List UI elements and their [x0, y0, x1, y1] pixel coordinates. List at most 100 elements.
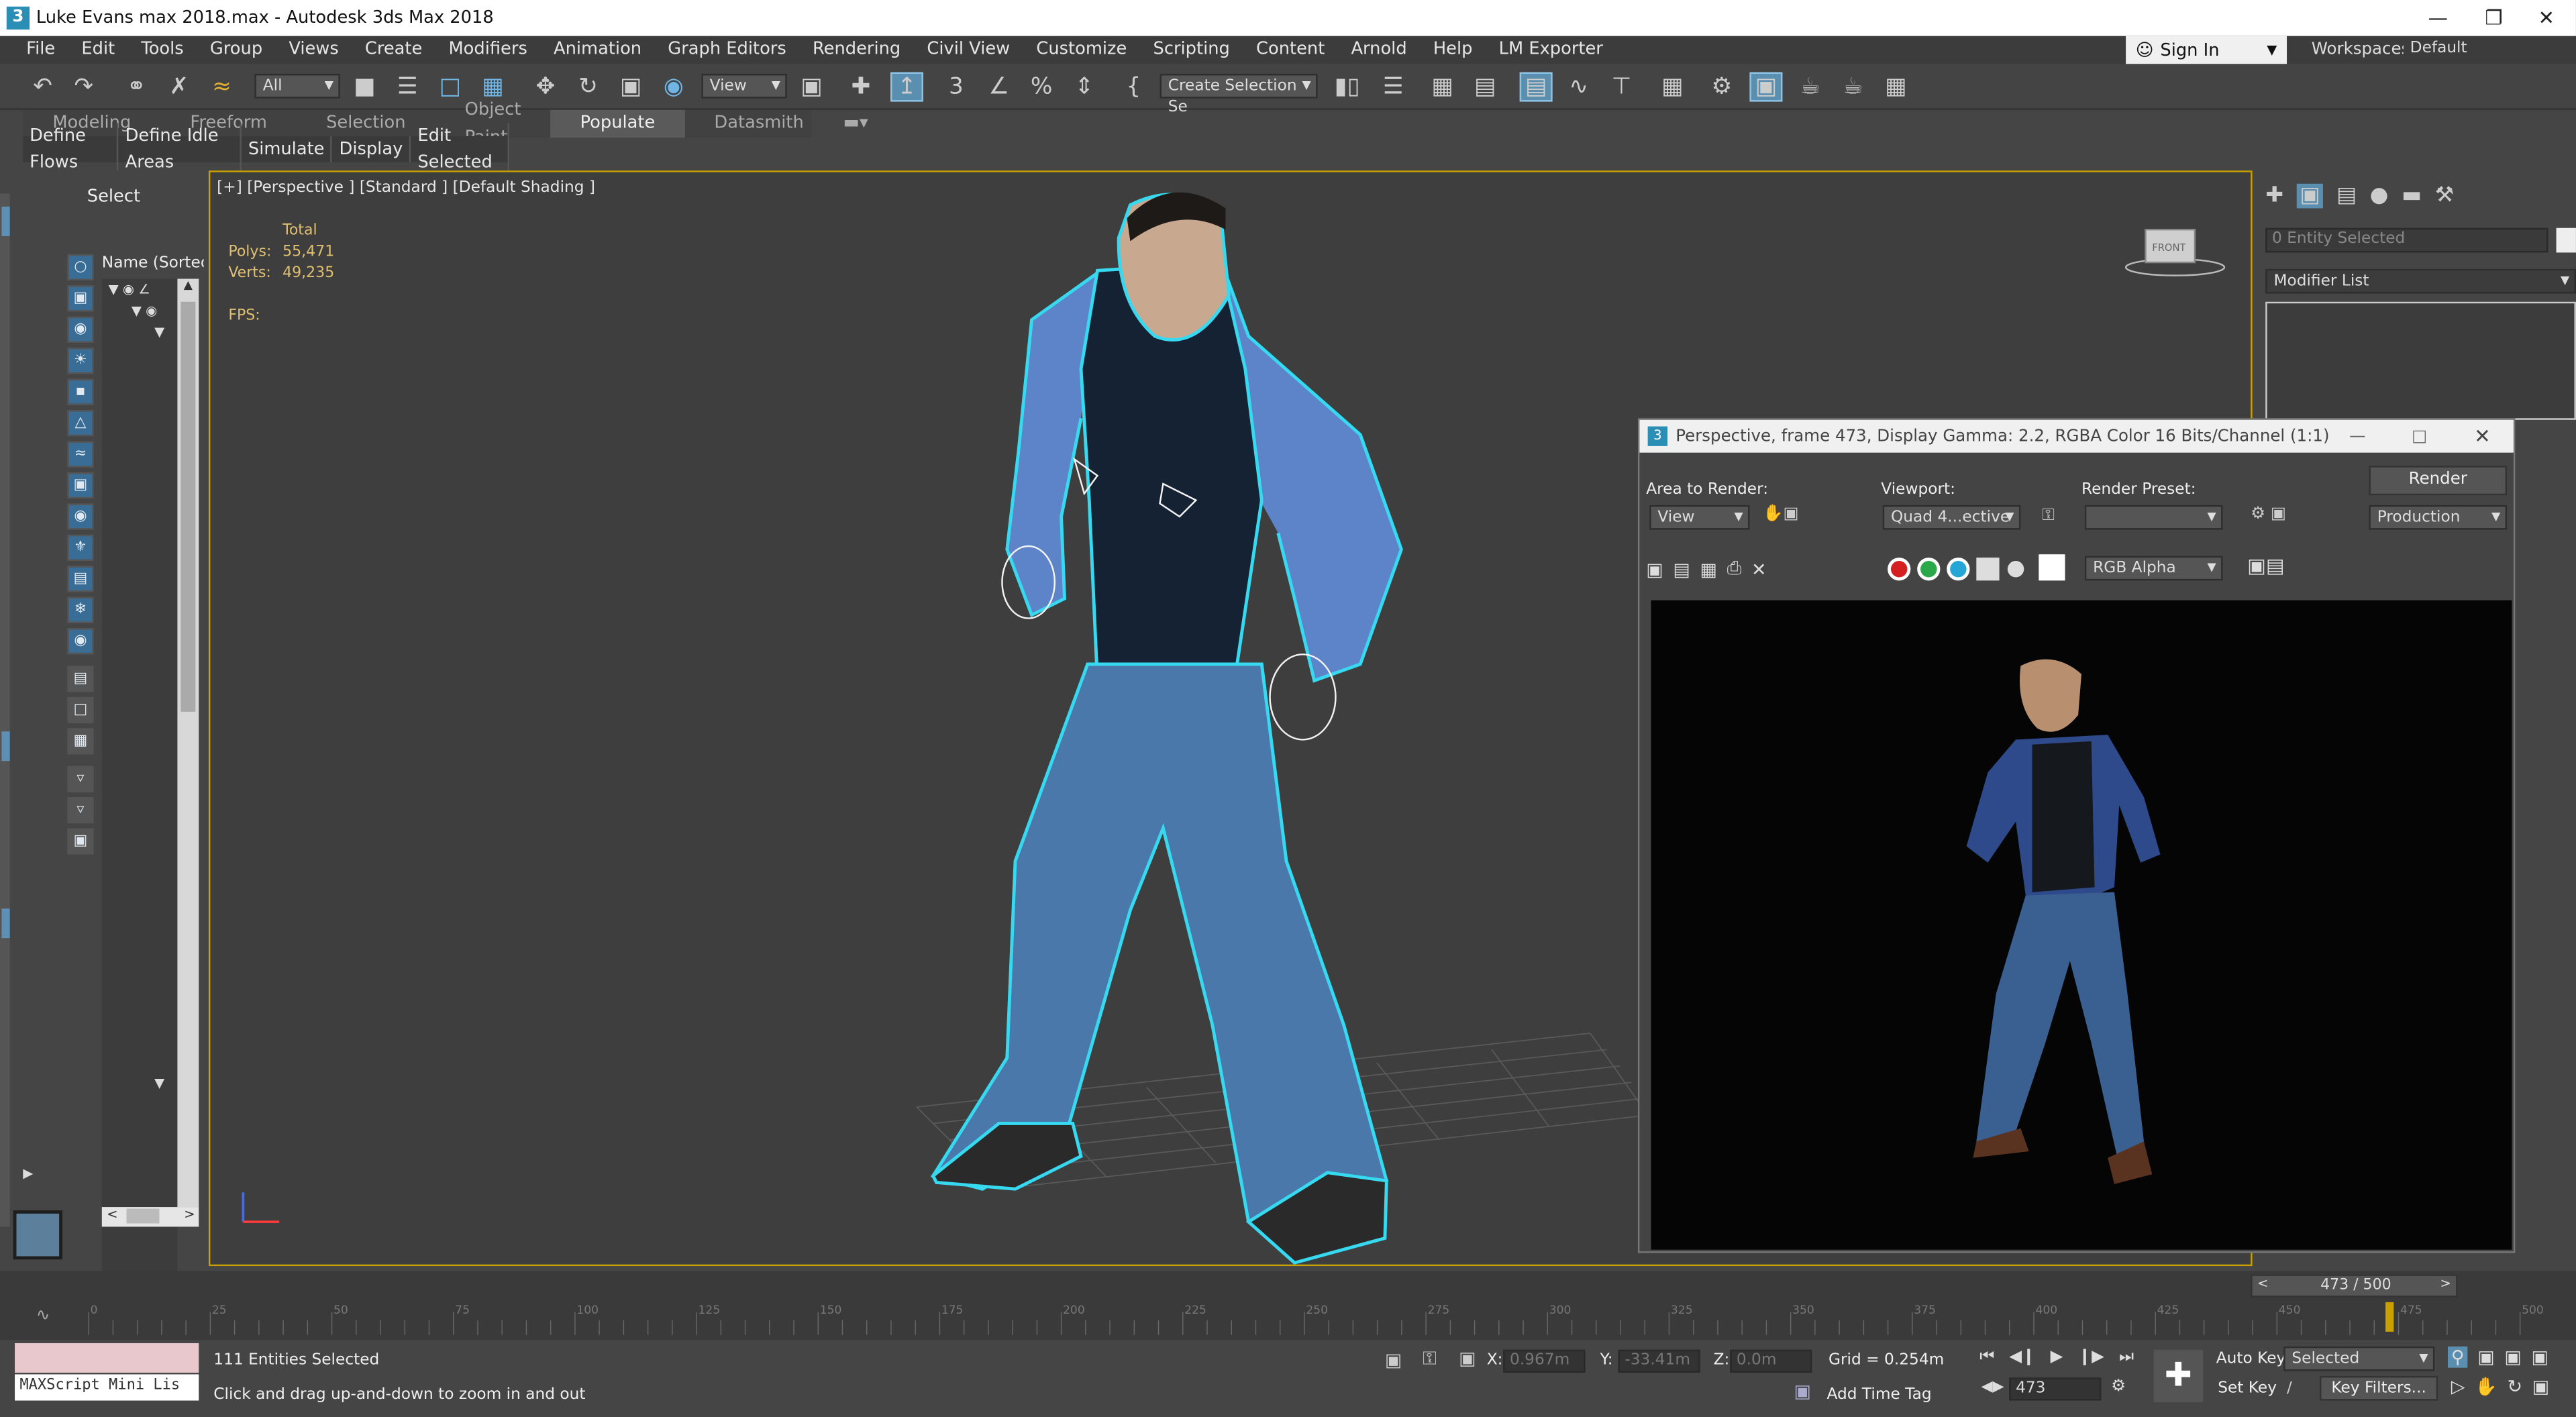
scroll-thumb[interactable] [181, 301, 196, 712]
display-helpers-icon[interactable]: △ [67, 410, 94, 437]
display-channel-dropdown[interactable]: RGB Alpha ▼ [2084, 556, 2223, 581]
maximize-icon[interactable]: □ [2412, 427, 2427, 445]
angle-snap-icon[interactable]: ∠ [982, 72, 1015, 102]
area-to-render-dropdown[interactable]: View ▼ [1649, 505, 1750, 530]
zoom-icon[interactable]: ⚲ [2447, 1346, 2468, 1368]
select-label[interactable]: Select [87, 187, 140, 207]
previous-frame-icon[interactable]: ◀❙ [2009, 1348, 2035, 1366]
expand-panel-icon[interactable]: ▶ [23, 1166, 33, 1181]
key-mode-toggle-icon[interactable]: ◀▶ [1981, 1379, 2004, 1396]
align-icon[interactable]: ☰ [1377, 72, 1410, 102]
zoom-extents-icon[interactable]: ▣ [2504, 1347, 2521, 1368]
edit-region-icon[interactable]: ✋▣ [1763, 505, 1799, 523]
set-keys-icon[interactable]: ✚ [2153, 1349, 2204, 1402]
render-window-icon[interactable]: ▦ [1879, 72, 1912, 102]
add-time-tag-button[interactable]: Add Time Tag [1827, 1386, 1932, 1404]
select-rotate-icon[interactable]: ↻ [572, 72, 605, 102]
redo-icon[interactable]: ↷ [67, 72, 100, 102]
simulate-button[interactable]: Simulate [242, 136, 333, 162]
viewport-dropdown[interactable]: Quad 4...ective ▼ [1882, 505, 2021, 530]
tab-datasmith[interactable]: Datasmith [684, 110, 833, 138]
tree-expand-icon[interactable]: ▼ ◉ [132, 303, 157, 318]
isolate-selection-icon[interactable]: ▣ [1385, 1350, 1402, 1371]
scroll-right-icon[interactable]: > [184, 1207, 195, 1222]
menu-tools[interactable]: Tools [128, 36, 197, 64]
menu-lm-exporter[interactable]: LM Exporter [1486, 36, 1616, 64]
render-setup-icon[interactable]: ⚙ [1705, 72, 1738, 102]
modifier-stack[interactable] [2265, 301, 2576, 420]
menu-content[interactable]: Content [1243, 36, 1337, 64]
menu-graph-editors[interactable]: Graph Editors [655, 36, 800, 64]
toggle-ui-icon[interactable]: ▣▤ [2247, 554, 2285, 577]
y-coordinate-field[interactable]: -33.41m [1618, 1349, 1700, 1373]
render-frame-titlebar[interactable]: 3 Perspective, frame 473, Display Gamma:… [1639, 419, 2514, 453]
maximize-viewport-icon[interactable]: ▣ [2532, 1376, 2549, 1398]
render-iterative-icon[interactable]: ☕ [1837, 72, 1869, 102]
scroll-left-icon[interactable]: < [107, 1207, 117, 1222]
render-production-icon[interactable]: ☕ [1794, 72, 1827, 102]
x-coordinate-field[interactable]: 0.967m [1503, 1349, 1586, 1373]
mini-curve-editor-icon[interactable]: ∿ [36, 1307, 50, 1325]
time-slider-next-icon[interactable]: > [2440, 1276, 2451, 1291]
absolute-mode-icon[interactable]: ▣ [1459, 1348, 1476, 1369]
select-scale-icon[interactable]: ▣ [615, 72, 648, 102]
menu-scripting[interactable]: Scripting [1140, 36, 1243, 64]
auto-key-button[interactable]: Auto Key [2216, 1350, 2286, 1368]
z-coordinate-field[interactable]: 0.0m [1730, 1349, 1812, 1373]
display-frozen-icon[interactable]: ❄ [67, 596, 94, 623]
named-selection-set-dropdown[interactable]: Create Selection Se ▼ [1160, 73, 1318, 117]
link-icon[interactable]: ⚭ [120, 72, 153, 102]
character-model[interactable] [930, 192, 1403, 1265]
timeline-track[interactable]: 0 25 50 75 100 125 150 175 200 225 250 275 300 325 350… [65, 1298, 2576, 1335]
edit-selected-button[interactable]: Edit Selected [411, 123, 509, 176]
display-hidden-icon[interactable]: ◉ [67, 628, 94, 655]
object-color-swatch[interactable] [2556, 227, 2576, 253]
layer-thumbnail[interactable] [13, 1210, 63, 1260]
print-icon[interactable]: ⎙ [1727, 558, 1742, 580]
alpha-channel-icon[interactable] [1976, 558, 2000, 581]
place-icon[interactable]: ◉ [657, 72, 690, 102]
selection-name-field[interactable]: 0 Entity Selected [2265, 227, 2548, 253]
render-mode-dropdown[interactable]: Production ▼ [2369, 505, 2508, 530]
define-idle-areas-button[interactable]: Define Idle Areas [119, 123, 242, 176]
display-groups-icon[interactable]: ▣ [67, 472, 94, 499]
snaps-3d-icon[interactable]: 3 [939, 72, 972, 102]
display-cameras-icon[interactable]: ▪ [67, 378, 94, 405]
layer-explorer-icon[interactable]: ▦ [1426, 72, 1459, 102]
display-xrefs-icon[interactable]: ◉ [67, 503, 94, 530]
key-mode-dropdown[interactable]: Selected ▼ [2283, 1346, 2435, 1371]
horizontal-scrollbar[interactable]: < > [101, 1207, 199, 1227]
edit-named-sets-icon[interactable]: { [1117, 72, 1150, 102]
unlink-icon[interactable]: ✗ [162, 72, 195, 102]
undo-icon[interactable]: ↶ [26, 72, 59, 102]
tree-expand-icon[interactable]: ▼ [154, 325, 164, 339]
display-button[interactable]: Display [333, 136, 411, 162]
close-icon[interactable]: ✕ [2517, 0, 2576, 36]
close-icon[interactable]: ✕ [2474, 425, 2491, 448]
orbit-icon[interactable]: ↻ [2508, 1376, 2523, 1398]
display-none-toggle-icon[interactable]: □ [67, 696, 94, 723]
render-button[interactable]: Render [2369, 466, 2508, 496]
go-to-end-icon[interactable]: ⏭ [2119, 1348, 2134, 1366]
menu-views[interactable]: Views [276, 36, 352, 64]
select-by-name-icon[interactable]: ☰ [391, 72, 424, 102]
menu-edit[interactable]: Edit [68, 36, 128, 64]
display-lights-icon[interactable]: ☀ [67, 348, 94, 374]
filter-icon[interactable]: ▿ [67, 766, 94, 792]
copy-image-icon[interactable]: ▤ [1673, 558, 1690, 580]
clone-frame-icon[interactable]: ▦ [1700, 558, 1717, 580]
motion-icon[interactable]: ● [2370, 184, 2389, 209]
schematic-icon[interactable]: ⊤ [1605, 72, 1638, 102]
display-none-icon[interactable]: ○ [67, 254, 94, 280]
rendered-image[interactable] [1651, 600, 2512, 1250]
menu-help[interactable]: Help [1420, 36, 1486, 64]
clear-color-swatch[interactable] [2039, 554, 2065, 581]
display-containers-icon[interactable]: ▤ [67, 566, 94, 592]
tree-expand-icon[interactable]: ▼ ◉ ∠ [109, 282, 150, 297]
sign-in-button[interactable]: ☺ Sign In ▼ [2126, 36, 2287, 64]
maxscript-mini-listener[interactable]: MAXScript Mini Lis [15, 1374, 199, 1401]
zoom-all-icon[interactable]: ▣ [2477, 1347, 2494, 1368]
menu-arnold[interactable]: Arnold [1338, 36, 1420, 64]
render-preset-dropdown[interactable]: ▼ [2084, 505, 2223, 530]
display-bones-icon[interactable]: ⚜ [67, 534, 94, 561]
